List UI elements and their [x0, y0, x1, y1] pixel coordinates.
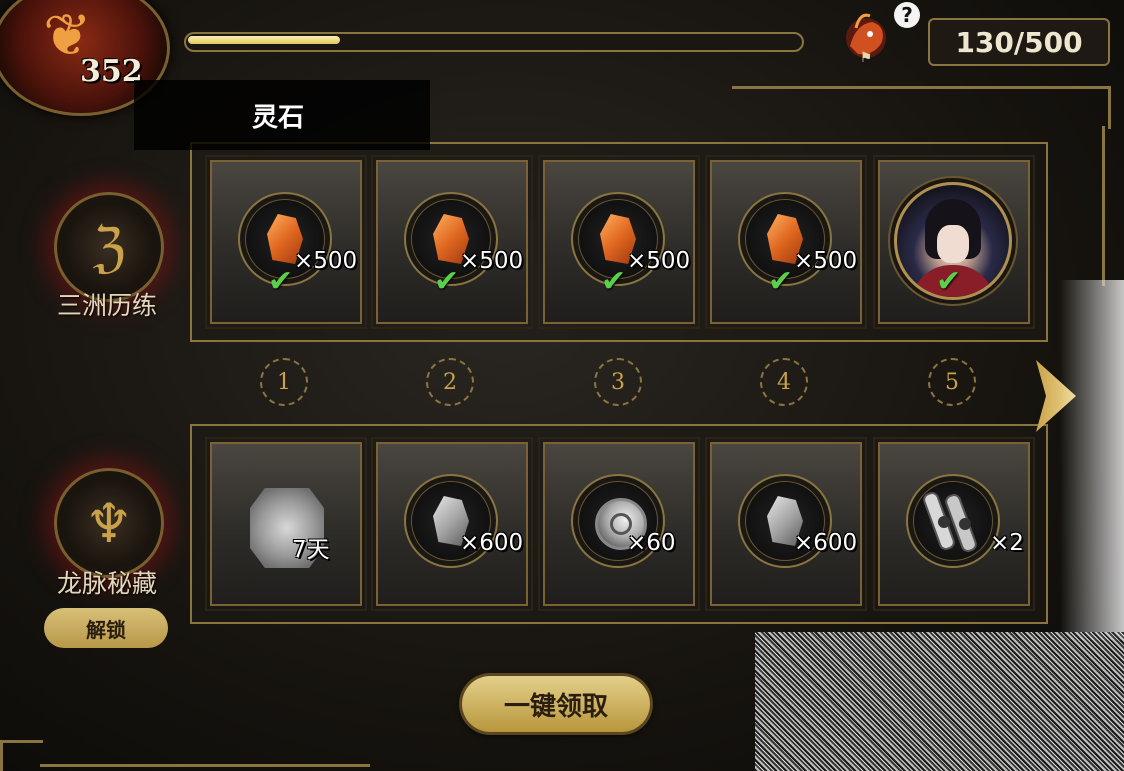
- reward-quantity: ×500: [794, 248, 858, 274]
- step-marker: 2: [426, 358, 474, 406]
- mascot-icon[interactable]: ⚑: [836, 6, 896, 66]
- noise-overlay: [755, 632, 1124, 771]
- reward-card[interactable]: ×600: [705, 437, 867, 611]
- reward-card[interactable]: ×500 ✔: [705, 155, 867, 329]
- track-label-sanzhou: 三洲历练: [56, 291, 157, 320]
- progress-bar: [184, 32, 804, 52]
- frame-border-bottom: [40, 764, 370, 767]
- demon-mask-icon: ♆: [84, 491, 134, 555]
- reward-quantity: ×600: [460, 530, 524, 556]
- reward-card[interactable]: ×500 ✔: [371, 155, 533, 329]
- reward-quantity: ×60: [627, 530, 676, 556]
- progress-fill: [188, 36, 340, 44]
- reward-card[interactable]: ×600: [371, 437, 533, 611]
- step-marker: 5: [928, 358, 976, 406]
- scroll-icon: [923, 492, 977, 552]
- progress-counter: 130/500: [928, 18, 1110, 66]
- reward-quantity: ×2: [990, 530, 1024, 556]
- reward-card[interactable]: ×500 ✔: [205, 155, 367, 329]
- reward-card[interactable]: ×60: [538, 437, 700, 611]
- unlock-button[interactable]: 解锁: [44, 608, 168, 648]
- tooltip-text: 灵石: [252, 102, 305, 133]
- svg-text:⚑: ⚑: [860, 50, 873, 66]
- reward-quantity: ×500: [460, 248, 524, 274]
- step-marker: 3: [594, 358, 642, 406]
- reward-card[interactable]: 7天: [205, 437, 367, 611]
- reward-quantity: ×500: [294, 248, 358, 274]
- paper-texture-edge: [1060, 280, 1124, 640]
- dragon-swirl-icon: ℨ: [92, 215, 126, 279]
- item-tooltip: 灵石: [134, 80, 430, 150]
- reward-quantity: ×500: [627, 248, 691, 274]
- step-marker: 4: [760, 358, 808, 406]
- claimed-check-icon: ✔: [936, 264, 962, 299]
- frame-corner: [1080, 86, 1111, 129]
- help-icon[interactable]: ?: [894, 2, 920, 28]
- reward-card[interactable]: ×2: [873, 437, 1035, 611]
- claimed-check-icon: ✔: [768, 264, 794, 299]
- claim-all-button[interactable]: 一键领取: [462, 676, 650, 732]
- step-marker: 1: [260, 358, 308, 406]
- frame-border-right: [1102, 126, 1105, 286]
- track-label-longmai: 龙脉秘藏: [56, 569, 157, 598]
- claimed-check-icon: ✔: [434, 264, 460, 299]
- track-emblem-longmai: ♆: [54, 468, 164, 578]
- item-ring: [906, 474, 1000, 568]
- reward-quantity: 7天: [292, 537, 330, 563]
- reward-quantity: ×600: [794, 530, 858, 556]
- claimed-check-icon: ✔: [268, 264, 294, 299]
- frame-border-top: [732, 86, 1102, 89]
- portrait-face: [937, 225, 969, 263]
- reward-card[interactable]: ×500 ✔: [538, 155, 700, 329]
- frame-corner-bottom-left: [0, 740, 43, 771]
- reward-card[interactable]: ✔: [873, 155, 1035, 329]
- claimed-check-icon: ✔: [601, 264, 627, 299]
